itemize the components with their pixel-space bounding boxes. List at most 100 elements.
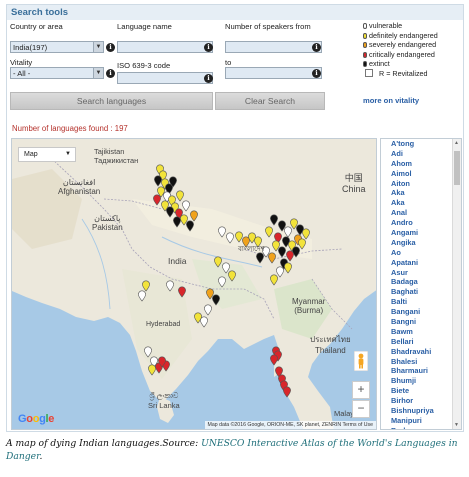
language-list-item[interactable]: Adi <box>381 149 461 159</box>
language-list-item[interactable]: Bhadravahi <box>381 347 461 357</box>
language-pin[interactable] <box>190 210 198 222</box>
language-list-item[interactable]: Bishnupriya <box>381 406 461 416</box>
language-pin[interactable] <box>218 276 226 288</box>
language-pin[interactable] <box>284 262 292 274</box>
language-pin[interactable] <box>284 226 292 238</box>
iso-code-input[interactable] <box>117 72 213 84</box>
language-list-item[interactable]: Ao <box>381 248 461 258</box>
scroll-up-icon[interactable]: ▲ <box>454 140 459 146</box>
language-list-item[interactable]: Aiton <box>381 179 461 189</box>
language-list-item[interactable]: A'tong <box>381 139 461 149</box>
iso-info-icon[interactable]: i <box>204 74 213 83</box>
result-count: Number of languages found : 197 <box>12 124 128 133</box>
language-pin[interactable] <box>270 214 278 226</box>
speakers-to-input[interactable] <box>225 67 322 79</box>
language-list-item[interactable]: Angami <box>381 228 461 238</box>
language-list-item[interactable]: Aka <box>381 188 461 198</box>
language-pin[interactable] <box>142 280 150 292</box>
language-pin[interactable] <box>178 286 186 298</box>
language-list-item[interactable]: Manipuri <box>381 416 461 426</box>
language-pin[interactable] <box>182 200 190 212</box>
language-pin[interactable] <box>144 346 152 358</box>
language-list-item[interactable]: Bangani <box>381 307 461 317</box>
language-list-item[interactable]: Baghati <box>381 287 461 297</box>
revitalized-box-icon <box>365 68 373 77</box>
language-pin[interactable] <box>200 316 208 328</box>
language-list-item[interactable]: Balti <box>381 297 461 307</box>
language-list-item[interactable]: Aimol <box>381 169 461 179</box>
speakers-from-input[interactable] <box>225 41 322 53</box>
language-info-icon[interactable]: i <box>204 43 213 52</box>
vitality-select[interactable]: - All - ▼ <box>10 67 104 79</box>
language-map[interactable]: Tajikistan Таджикистан افغانستان Afghani… <box>11 138 377 430</box>
language-list-scrollbar[interactable]: ▲ ▼ <box>452 139 461 429</box>
language-pin[interactable] <box>204 304 212 316</box>
scroll-thumb[interactable] <box>454 151 460 185</box>
language-pin[interactable] <box>222 262 230 274</box>
language-pin[interactable] <box>228 270 236 282</box>
speakers-to-info-icon[interactable]: i <box>312 69 321 78</box>
language-list-item[interactable]: Bhalesi <box>381 357 461 367</box>
clear-search-button[interactable]: Clear Search <box>215 92 325 110</box>
language-pin[interactable] <box>286 250 294 262</box>
search-languages-button[interactable]: Search languages <box>10 92 213 110</box>
country-label: Country or area <box>10 22 63 31</box>
language-list-item[interactable]: Biete <box>381 386 461 396</box>
zoom-out-button[interactable]: − <box>352 400 370 418</box>
language-pin[interactable] <box>176 190 184 202</box>
language-pin[interactable] <box>148 364 156 376</box>
language-list-item[interactable]: Badaga <box>381 277 461 287</box>
zoom-in-button[interactable]: + <box>352 381 370 399</box>
country-info-icon[interactable]: i <box>106 43 115 52</box>
language-list-item[interactable]: Bhumji <box>381 376 461 386</box>
vitality-info-icon[interactable]: i <box>106 69 115 78</box>
language-list-item[interactable]: Bodo <box>381 426 461 429</box>
label-tajikistan: Tajikistan Таджикистан <box>94 147 139 165</box>
language-pin[interactable] <box>212 294 220 306</box>
language-list-item[interactable]: Birhor <box>381 396 461 406</box>
language-list-item[interactable]: Bharmauri <box>381 366 461 376</box>
language-pin[interactable] <box>276 266 284 278</box>
language-list-item[interactable]: Ahom <box>381 159 461 169</box>
language-pin[interactable] <box>166 206 174 218</box>
pin-orange-icon <box>363 42 367 48</box>
language-list-item[interactable]: Anal <box>381 208 461 218</box>
speakers-info-icon[interactable]: i <box>312 43 321 52</box>
language-pin[interactable] <box>268 252 276 264</box>
language-list-item[interactable]: Bellari <box>381 337 461 347</box>
country-select[interactable]: India(197) ▼ <box>10 41 104 53</box>
language-pin[interactable] <box>283 386 291 398</box>
language-pin[interactable] <box>186 220 194 232</box>
language-list-item[interactable]: Aka <box>381 198 461 208</box>
language-pin[interactable] <box>270 354 278 366</box>
language-pin[interactable] <box>278 246 286 258</box>
language-pin[interactable] <box>235 231 243 243</box>
language-pin[interactable] <box>214 256 222 268</box>
caption-end: . <box>39 451 43 462</box>
language-list-item[interactable]: Angika <box>381 238 461 248</box>
language-pin[interactable] <box>154 175 162 187</box>
language-pin[interactable] <box>166 280 174 292</box>
language-name-input[interactable] <box>117 41 213 53</box>
language-pin[interactable] <box>298 238 306 250</box>
scroll-down-icon[interactable]: ▼ <box>454 422 459 428</box>
language-pin[interactable] <box>218 226 226 238</box>
language-list-item[interactable]: Asur <box>381 268 461 278</box>
language-pin[interactable] <box>153 194 161 206</box>
language-list-item[interactable]: Andro <box>381 218 461 228</box>
language-pin[interactable] <box>173 216 181 228</box>
language-list[interactable]: A'tong Adi Ahom Aimol Aiton Aka Aka Anal Andro An… <box>380 138 462 430</box>
language-pin[interactable] <box>265 226 273 238</box>
language-list-item[interactable]: Bangni <box>381 317 461 327</box>
pegman-icon[interactable] <box>354 351 368 371</box>
caret-down-icon: ▼ <box>65 151 71 157</box>
language-list-item[interactable]: Apatani <box>381 258 461 268</box>
language-pin[interactable] <box>270 274 278 286</box>
language-pin[interactable] <box>302 228 310 240</box>
map-type-dropdown[interactable]: Map ▼ <box>18 147 76 162</box>
language-pin[interactable] <box>138 290 146 302</box>
language-pin[interactable] <box>226 232 234 244</box>
legend-vulnerable: vulnerable <box>363 21 463 31</box>
language-list-item[interactable]: Bawm <box>381 327 461 337</box>
more-on-vitality-link[interactable]: more on vitality <box>363 96 419 105</box>
